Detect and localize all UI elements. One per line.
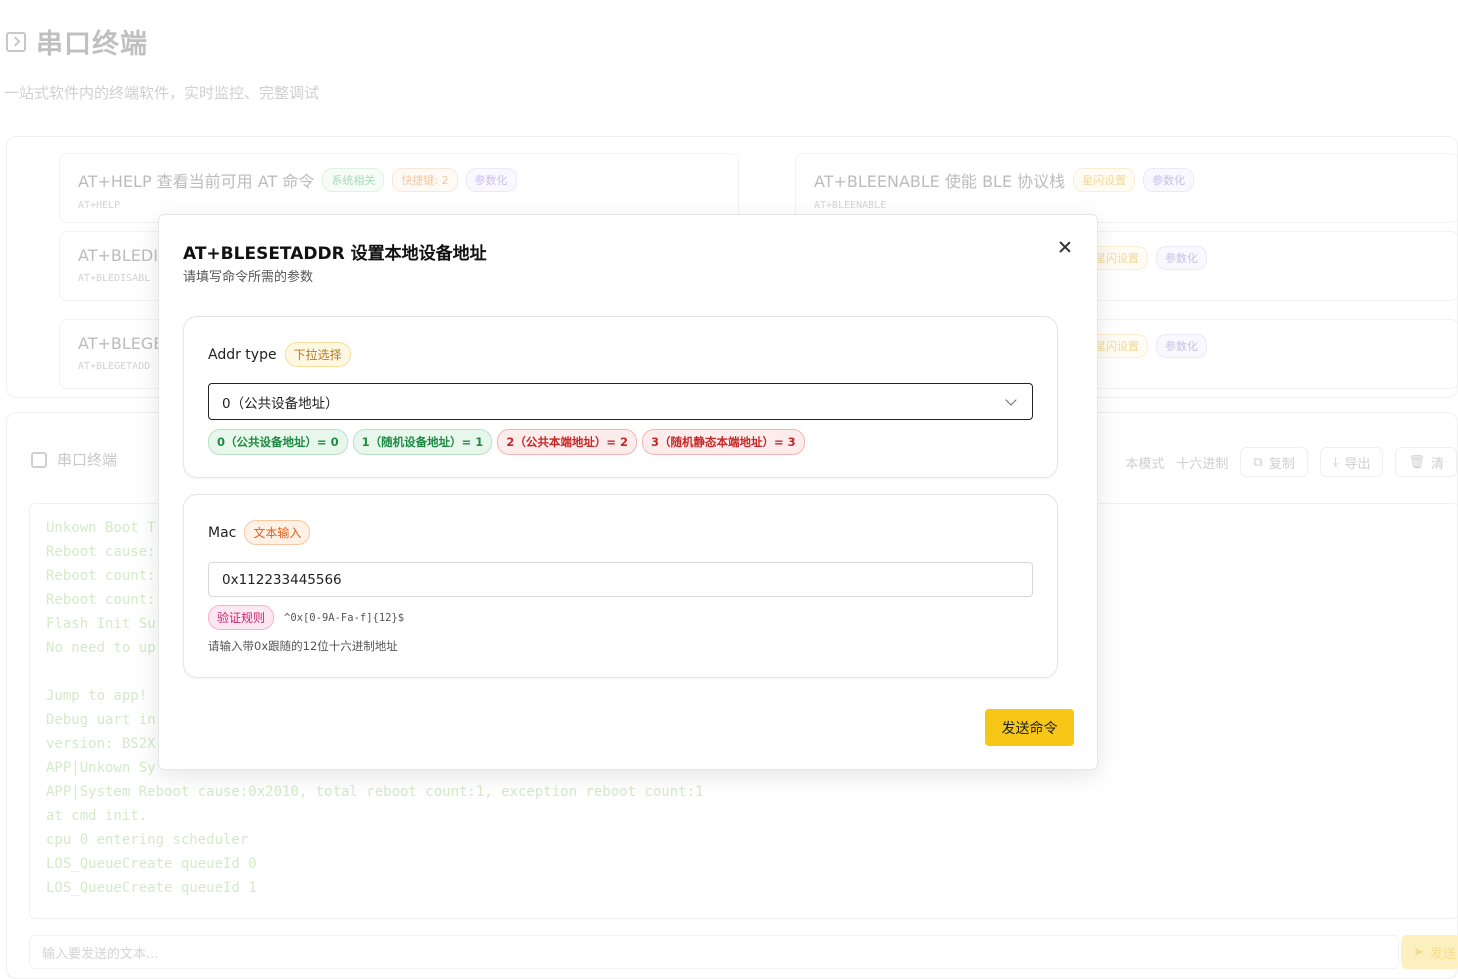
terminal-toolbar: 本模式 十六进制 ⧉ 复制 ⤓ 导出 🗑 清 xyxy=(1125,447,1457,477)
text-input-badge: 文本输入 xyxy=(244,520,311,545)
addr-type-field: Addr type 下拉选择 0（公共设备地址） 0（公共设备地址）= 0 1（… xyxy=(183,316,1058,478)
terminal-line: at cmd init. xyxy=(46,808,148,824)
addr-option-1[interactable]: 1（随机设备地址）= 1 xyxy=(352,429,493,455)
export-button[interactable]: ⤓ 导出 xyxy=(1319,447,1384,477)
command-tag: 系统相关 xyxy=(322,168,385,192)
mac-field: Mac 文本输入 0x112233445566 验证规则 ^0x[0-9A-Fa… xyxy=(183,494,1058,678)
command-card-tags[interactable]: 星闪设置 参数化 xyxy=(1067,319,1458,389)
command-tag: 快捷键: 2 xyxy=(392,168,458,192)
addr-option-2[interactable]: 2（公共本端地址）= 2 xyxy=(497,429,637,455)
addr-option-0[interactable]: 0（公共设备地址）= 0 xyxy=(208,429,348,455)
command-tag: 星闪设置 xyxy=(1073,168,1136,192)
terminal-header: 串口终端 xyxy=(31,449,117,470)
command-tag: 参数化 xyxy=(1156,334,1207,358)
mac-input[interactable]: 0x112233445566 xyxy=(208,562,1033,597)
send-icon: ➤ xyxy=(1413,944,1424,960)
validation-pattern: ^0x[0-9A-Fa-f]{12}$ xyxy=(284,611,405,624)
hex-toggle[interactable]: 十六进制 xyxy=(1176,453,1228,472)
page-header: 串口终端 xyxy=(6,22,148,61)
terminal-icon xyxy=(31,451,47,468)
command-title: AT+HELP 查看当前可用 AT 命令 xyxy=(78,172,315,191)
terminal-line: LOS_QueueCreate queueId 1 xyxy=(46,880,257,896)
addr-type-select[interactable]: 0（公共设备地址） xyxy=(208,383,1033,420)
terminal-input[interactable]: 输入要发送的文本... xyxy=(29,935,1399,969)
clear-label: 清 xyxy=(1430,456,1444,472)
page-title: 串口终端 xyxy=(36,29,148,60)
mac-hint: 请输入带0x跟随的12位十六进制地址 xyxy=(208,639,398,653)
command-card[interactable]: AT+HELP 查看当前可用 AT 命令 系统相关 快捷键: 2 参数化 AT+… xyxy=(59,153,739,223)
command-tag: 参数化 xyxy=(1156,246,1207,270)
addr-type-label: Addr type xyxy=(208,346,277,363)
terminal-line: cpu 0 entering scheduler xyxy=(46,832,249,848)
validation-rule: 验证规则 ^0x[0-9A-Fa-f]{12}$ xyxy=(208,605,404,630)
addr-option-3[interactable]: 3（随机静态本端地址）= 3 xyxy=(641,429,805,455)
addr-type-selected-value: 0（公共设备地址） xyxy=(222,395,339,412)
command-tag: 参数化 xyxy=(465,168,517,192)
addr-type-options: 0（公共设备地址）= 0 1（随机设备地址）= 1 2（公共本端地址）= 2 3… xyxy=(208,429,805,455)
close-icon[interactable] xyxy=(1055,237,1075,257)
terminal-title: 串口终端 xyxy=(57,451,118,469)
command-card[interactable]: AT+BLEENABLE 使能 BLE 协议栈 星闪设置 参数化 AT+BLEE… xyxy=(795,153,1458,223)
command-code: AT+HELP xyxy=(78,200,121,211)
validation-badge: 验证规则 xyxy=(208,605,275,630)
mac-label-row: Mac 文本输入 xyxy=(208,520,311,545)
copy-button[interactable]: ⧉ 复制 xyxy=(1240,447,1308,477)
terminal-send-button[interactable]: ➤ 发送 xyxy=(1401,935,1458,969)
terminal-line: APP|System Reboot cause:0x2010, total re… xyxy=(46,784,704,800)
copy-label: 复制 xyxy=(1268,456,1295,472)
mode-toggle[interactable]: 本模式 xyxy=(1125,453,1164,472)
terminal-send-label: 发送 xyxy=(1429,946,1456,962)
parameter-dialog: AT+BLESETADDR 设置本地设备地址 请填写命令所需的参数 Addr t… xyxy=(158,214,1098,770)
dialog-title: AT+BLESETADDR 设置本地设备地址 xyxy=(183,244,487,264)
command-code: AT+BLEENABLE xyxy=(814,200,887,211)
trash-icon: 🗑 xyxy=(1408,454,1425,470)
terminal-icon xyxy=(6,31,26,52)
terminal-line: LOS_QueueCreate queueId 0 xyxy=(46,856,257,872)
copy-icon: ⧉ xyxy=(1253,454,1263,470)
export-label: 导出 xyxy=(1344,456,1371,472)
send-command-button[interactable]: 发送命令 xyxy=(985,709,1074,746)
command-card-tags[interactable]: 星闪设置 参数化 xyxy=(1067,231,1458,301)
addr-type-label-row: Addr type 下拉选择 xyxy=(208,342,351,367)
chevron-down-icon xyxy=(1005,393,1017,406)
page-subtitle: 一站式软件内的终端软件，实时监控、完整调试 xyxy=(4,84,320,102)
mac-label: Mac xyxy=(208,524,237,541)
command-title: AT+BLEDIS xyxy=(78,246,169,265)
command-tag: 参数化 xyxy=(1143,168,1195,192)
dialog-subtitle: 请填写命令所需的参数 xyxy=(183,270,314,285)
dropdown-badge: 下拉选择 xyxy=(284,342,351,367)
command-title: AT+BLEENABLE 使能 BLE 协议栈 xyxy=(814,172,1066,191)
clear-button[interactable]: 🗑 清 xyxy=(1395,447,1457,477)
download-icon: ⤓ xyxy=(1332,454,1339,470)
